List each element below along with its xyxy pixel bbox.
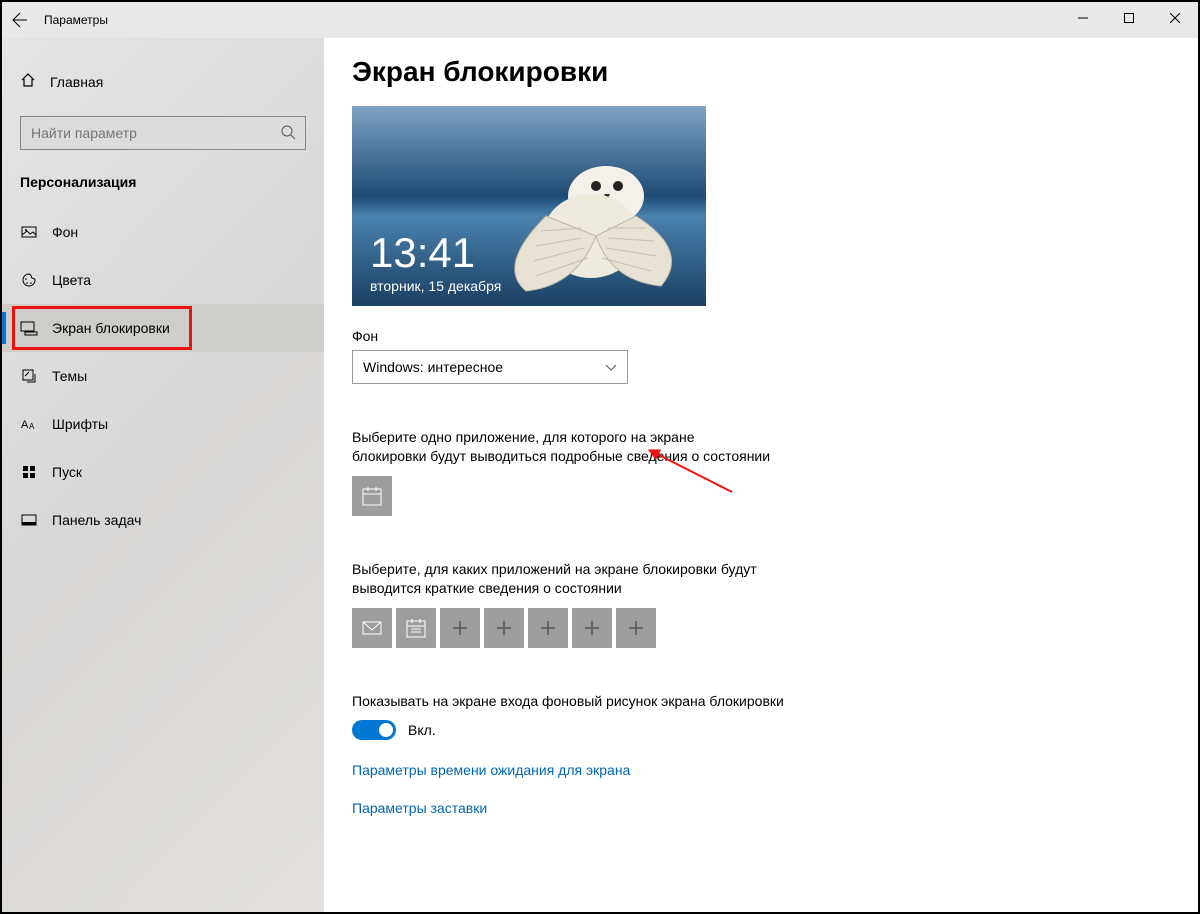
quick-app-tile-calendar[interactable] bbox=[396, 608, 436, 648]
titlebar: Параметры bbox=[2, 2, 1198, 38]
section-title: Персонализация bbox=[2, 170, 324, 208]
svg-text:A: A bbox=[21, 419, 29, 431]
home-label: Главная bbox=[50, 74, 103, 90]
sidebar-item-label: Цвета bbox=[52, 272, 91, 288]
palette-icon bbox=[20, 272, 38, 288]
taskbar-icon bbox=[20, 512, 38, 528]
owl-image bbox=[496, 136, 686, 296]
detail-app-row bbox=[352, 476, 1198, 516]
calendar-icon bbox=[405, 617, 427, 639]
plus-icon bbox=[540, 620, 556, 636]
arrow-left-icon bbox=[12, 12, 28, 28]
quick-app-add-4[interactable] bbox=[572, 608, 612, 648]
minimize-button[interactable] bbox=[1060, 2, 1106, 34]
toggle-state: Вкл. bbox=[408, 722, 436, 738]
app-title: Параметры bbox=[44, 13, 108, 27]
quick-app-add-1[interactable] bbox=[440, 608, 480, 648]
background-dropdown[interactable]: Windows: интересное bbox=[352, 350, 628, 384]
background-label: Фон bbox=[352, 328, 1198, 344]
plus-icon bbox=[584, 620, 600, 636]
search-input[interactable] bbox=[20, 116, 306, 150]
sidebar-item-label: Шрифты bbox=[52, 416, 108, 432]
fonts-icon: AA bbox=[20, 416, 38, 432]
signin-bg-toggle[interactable] bbox=[352, 720, 396, 740]
quick-app-text: Выберите, для каких приложений на экране… bbox=[352, 560, 772, 598]
quick-app-tile-mail[interactable] bbox=[352, 608, 392, 648]
sidebar-item-taskbar[interactable]: Панель задач bbox=[2, 496, 324, 544]
chevron-down-icon bbox=[605, 361, 617, 377]
svg-text:A: A bbox=[29, 422, 35, 431]
preview-time: 13:41 bbox=[370, 232, 475, 274]
sidebar-item-background[interactable]: Фон bbox=[2, 208, 324, 256]
window-controls bbox=[1060, 2, 1198, 34]
link-screensaver[interactable]: Параметры заставки bbox=[352, 800, 1198, 816]
quick-app-row bbox=[352, 608, 1198, 648]
back-button[interactable] bbox=[2, 2, 38, 38]
sidebar-item-label: Темы bbox=[52, 368, 87, 384]
sidebar-item-lockscreen[interactable]: Экран блокировки bbox=[2, 304, 324, 352]
sidebar-item-colors[interactable]: Цвета bbox=[2, 256, 324, 304]
detail-app-text: Выберите одно приложение, для которого н… bbox=[352, 428, 772, 466]
lockscreen-icon bbox=[20, 320, 38, 336]
preview-date: вторник, 15 декабря bbox=[370, 278, 501, 294]
detail-app-tile-calendar[interactable] bbox=[352, 476, 392, 516]
sidebar-item-start[interactable]: Пуск bbox=[2, 448, 324, 496]
home-button[interactable]: Главная bbox=[2, 62, 324, 102]
mail-icon bbox=[361, 617, 383, 639]
picture-icon bbox=[20, 224, 38, 240]
background-dropdown-value: Windows: интересное bbox=[363, 359, 503, 375]
plus-icon bbox=[628, 620, 644, 636]
maximize-button[interactable] bbox=[1106, 2, 1152, 34]
page-title: Экран блокировки bbox=[352, 56, 1198, 88]
plus-icon bbox=[452, 620, 468, 636]
sidebar-item-label: Фон bbox=[52, 224, 78, 240]
plus-icon bbox=[496, 620, 512, 636]
search-wrap bbox=[20, 116, 306, 150]
lockscreen-preview: 13:41 вторник, 15 декабря bbox=[352, 106, 706, 306]
main-content: Экран блокировки 13:41 вторник, 15 декаб… bbox=[324, 38, 1198, 912]
search-icon bbox=[280, 124, 296, 145]
close-button[interactable] bbox=[1152, 2, 1198, 34]
toggle-row: Вкл. bbox=[352, 720, 1198, 740]
toggle-label-text: Показывать на экране входа фоновый рисун… bbox=[352, 692, 872, 711]
start-icon bbox=[20, 464, 38, 480]
home-icon bbox=[20, 72, 36, 93]
quick-app-add-3[interactable] bbox=[528, 608, 568, 648]
layout: Главная Персонализация Фон Цвета Экран б… bbox=[2, 38, 1198, 912]
link-screen-timeout[interactable]: Параметры времени ожидания для экрана bbox=[352, 762, 1198, 778]
sidebar-item-label: Пуск bbox=[52, 464, 82, 480]
quick-app-add-2[interactable] bbox=[484, 608, 524, 648]
quick-app-add-5[interactable] bbox=[616, 608, 656, 648]
sidebar: Главная Персонализация Фон Цвета Экран б… bbox=[2, 38, 324, 912]
sidebar-item-label: Панель задач bbox=[52, 512, 141, 528]
sidebar-item-fonts[interactable]: AA Шрифты bbox=[2, 400, 324, 448]
themes-icon bbox=[20, 368, 38, 384]
sidebar-item-themes[interactable]: Темы bbox=[2, 352, 324, 400]
calendar-icon bbox=[361, 485, 383, 507]
sidebar-item-label: Экран блокировки bbox=[52, 320, 170, 336]
